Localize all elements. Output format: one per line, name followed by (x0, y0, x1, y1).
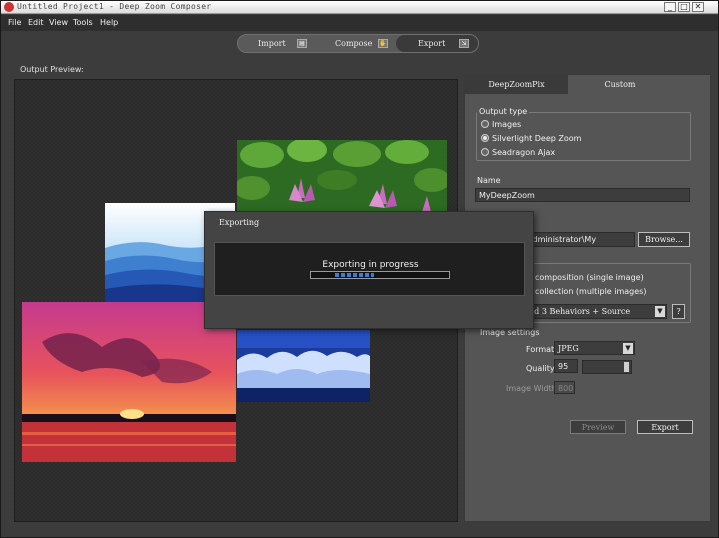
mode-export-tab[interactable]: Export ⇲ (396, 35, 478, 52)
quality-input[interactable]: 95 (554, 359, 578, 373)
mode-switcher: Import ▤ Compose ✋ Export ⇲ (237, 34, 479, 53)
output-type-title: Output type (477, 107, 530, 116)
compose-icon: ✋ (378, 39, 388, 48)
quality-label: Quality (526, 364, 555, 373)
template-value: nd 3 Behaviors + Source (529, 307, 631, 316)
radio-seadragon-ajax[interactable]: Seadragon Ajax (481, 148, 555, 157)
format-label: Format (526, 345, 555, 354)
menu-tools[interactable]: Tools (73, 18, 93, 27)
image-width-label: Image Width (506, 384, 557, 393)
tab-custom[interactable]: Custom (568, 75, 672, 94)
format-select[interactable]: JPEG ▼ (554, 341, 635, 355)
radio-images-icon (481, 120, 489, 128)
mode-compose-label: Compose (335, 39, 373, 48)
menu-edit[interactable]: Edit (28, 18, 44, 27)
app-window: Untitled Project1 - Deep Zoom Composer _… (0, 0, 719, 538)
export-icon: ⇲ (459, 39, 469, 48)
mode-import-tab[interactable]: Import ▤ (238, 35, 318, 52)
import-icon: ▤ (297, 39, 307, 48)
lotus-photo (234, 138, 450, 216)
exporting-dialog: Exporting Exporting in progress (204, 211, 534, 329)
output-preview-label: Output Preview: (20, 65, 84, 74)
export-button[interactable]: Export (637, 420, 693, 434)
quality-slider[interactable] (582, 360, 632, 374)
export-progress-bar (310, 271, 450, 279)
mode-compose-tab[interactable]: Compose ✋ (318, 35, 396, 52)
dialog-body: Exporting in progress (214, 242, 525, 296)
image-settings-title: Image settings (480, 328, 540, 337)
name-label: Name (477, 176, 501, 185)
frost-trees-photo (237, 330, 370, 402)
minimize-button[interactable]: _ (664, 2, 676, 12)
menu-help[interactable]: Help (100, 18, 118, 27)
mode-import-label: Import (258, 39, 286, 48)
image-width-input[interactable]: 800 (554, 381, 575, 394)
template-select[interactable]: nd 3 Behaviors + Source ▼ (525, 304, 667, 319)
menu-view[interactable]: View (49, 18, 68, 27)
browse-button[interactable]: Browse... (638, 232, 690, 247)
format-value: JPEG (558, 344, 579, 353)
radio-images-label: Images (492, 120, 522, 129)
dialog-message: Exporting in progress (322, 260, 419, 270)
name-input[interactable]: MyDeepZoom (475, 188, 690, 202)
radio-seadragon-icon (481, 148, 489, 156)
menu-bar: File Edit View Tools Help (1, 15, 718, 31)
radio-seadragon-label: Seadragon Ajax (492, 148, 556, 157)
radio-selected-icon (481, 134, 489, 142)
title-bar: Untitled Project1 - Deep Zoom Composer _… (1, 1, 718, 14)
radio-silverlight-deep-zoom[interactable]: Silverlight Deep Zoom (481, 134, 581, 143)
radio-composition-label[interactable]: composition (single image) (535, 273, 644, 282)
mode-export-label: Export (418, 39, 446, 48)
close-button[interactable]: ✕ (692, 2, 704, 12)
maximize-button[interactable]: □ (678, 2, 690, 12)
chevron-down-icon: ▼ (623, 343, 633, 354)
menu-file[interactable]: File (8, 18, 21, 27)
dialog-title: Exporting (219, 218, 260, 227)
chevron-down-icon: ▼ (655, 306, 665, 317)
progress-fill (335, 273, 374, 277)
radio-collection-label[interactable]: collection (multiple images) (535, 287, 646, 296)
help-button[interactable]: ? (672, 304, 685, 319)
window-title: Untitled Project1 - Deep Zoom Composer (17, 2, 212, 11)
slider-thumb[interactable] (624, 362, 629, 372)
tab-deepzoompix[interactable]: DeepZoomPix (465, 75, 568, 94)
preview-button[interactable]: Preview (570, 420, 626, 434)
app-logo-icon (4, 2, 14, 12)
radio-silverlight-label: Silverlight Deep Zoom (492, 134, 582, 143)
radio-images[interactable]: Images (481, 120, 521, 129)
